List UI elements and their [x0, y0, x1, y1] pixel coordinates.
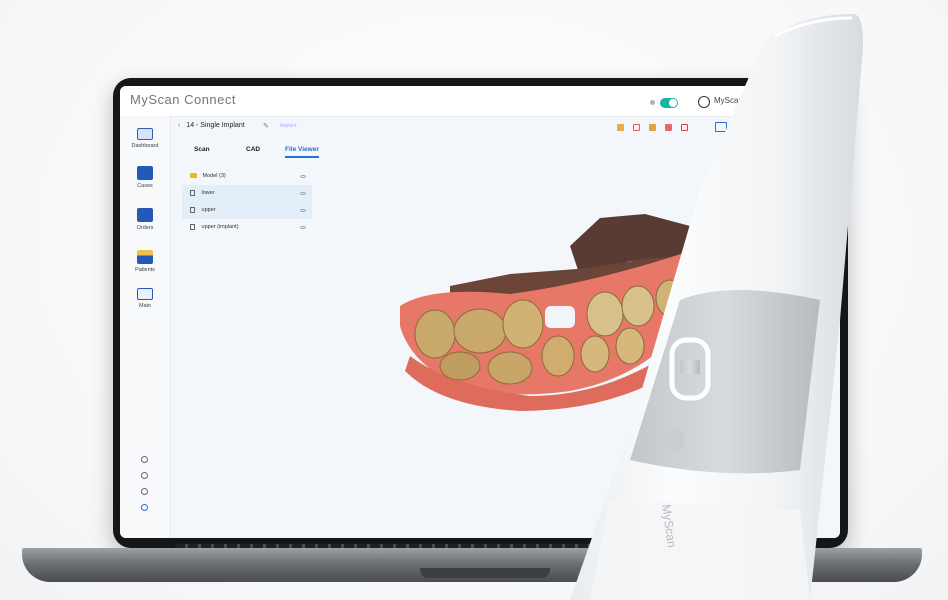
help-icon[interactable] — [141, 488, 148, 495]
folder-label: Model (3) — [202, 173, 226, 179]
file-tree: Model (3) lower upper upper (implant) — [182, 168, 312, 236]
sync-icon[interactable] — [141, 472, 148, 479]
scanner-lower-shell — [590, 500, 810, 600]
back-chevron-icon[interactable]: ‹ — [178, 122, 180, 129]
file-label: upper (implant) — [201, 224, 239, 230]
edit-icon[interactable]: ✎ — [263, 122, 269, 130]
intraoral-scanner: MyScan — [570, 14, 864, 600]
tree-item-upper[interactable]: upper — [182, 202, 312, 219]
scanner-grip — [630, 290, 820, 474]
scanner-button-icon — [665, 430, 685, 450]
file-label: lower — [201, 190, 215, 196]
file-icon — [190, 189, 195, 196]
case-title: 14 - Single Implant — [186, 122, 245, 129]
visibility-icon[interactable] — [300, 226, 306, 229]
breadcrumb: ‹ 14 - Single Implant — [178, 122, 245, 129]
tab-cad[interactable]: CAD — [246, 146, 260, 153]
sidebar-item-dashboard[interactable]: Dashboard — [120, 128, 170, 149]
folder-icon — [190, 173, 197, 179]
file-icon — [190, 223, 195, 230]
app-title: MyScan Connect — [130, 92, 236, 107]
tree-item-lower[interactable]: lower — [182, 185, 312, 202]
info-icon[interactable] — [141, 504, 148, 511]
sidebar-item-label: Cases — [137, 183, 153, 189]
tree-item-upper-implant[interactable]: upper (implant) — [182, 219, 312, 236]
sidebar-item-patients[interactable]: Patients — [120, 250, 170, 273]
patients-icon — [137, 250, 153, 264]
cases-icon — [137, 166, 153, 180]
collapse-icon[interactable] — [300, 175, 306, 178]
file-label: upper — [201, 207, 216, 213]
product-scene: MyScan Connect MyScan Dashboard Cases Or… — [0, 0, 948, 600]
tab-scan[interactable]: Scan — [194, 146, 210, 153]
tab-file-viewer[interactable]: File Viewer — [285, 146, 319, 158]
laptop-notch — [420, 568, 550, 578]
sidebar-item-main[interactable]: Main — [120, 288, 170, 309]
case-tag: Implant — [280, 123, 297, 129]
sidebar-item-label: Patients — [135, 267, 155, 273]
visibility-icon[interactable] — [300, 209, 306, 212]
settings-icon[interactable] — [141, 456, 148, 463]
orders-icon — [137, 208, 153, 222]
tree-folder[interactable]: Model (3) — [182, 168, 312, 185]
sidebar-item-cases[interactable]: Cases — [120, 166, 170, 189]
dashboard-icon — [137, 128, 153, 140]
sidebar-item-label: Orders — [136, 225, 154, 231]
sidebar-item-orders[interactable]: Orders — [120, 208, 170, 231]
sidebar-item-label: Main — [139, 303, 151, 309]
monitor-icon — [137, 288, 153, 300]
sidebar: Dashboard Cases Orders Patients Main — [120, 116, 171, 538]
sidebar-item-label: Dashboard — [131, 143, 159, 149]
file-icon — [190, 206, 195, 213]
visibility-icon[interactable] — [300, 192, 306, 195]
